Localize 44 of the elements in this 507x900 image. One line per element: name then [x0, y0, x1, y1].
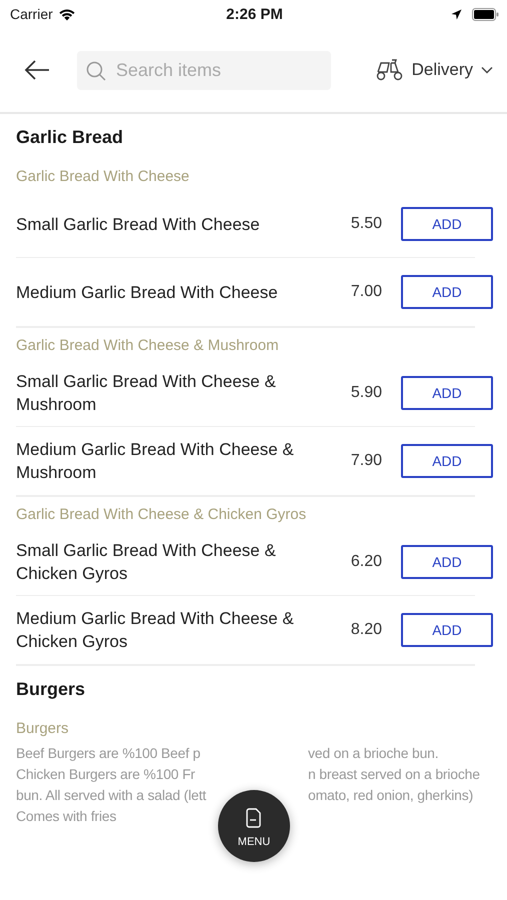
add-button[interactable]: ADD — [401, 207, 493, 241]
description-text: n breast served on a brioche — [308, 765, 480, 784]
description-text: omato, red onion, gherkins) — [308, 786, 474, 805]
add-button[interactable]: ADD — [401, 613, 493, 647]
chevron-down-icon — [481, 66, 493, 74]
item-price: 5.50 — [350, 215, 382, 233]
add-button[interactable]: ADD — [401, 545, 493, 579]
item-price: 8.20 — [350, 621, 382, 639]
item-price: 6.20 — [350, 553, 382, 571]
item-name: Small Garlic Bread With Cheese & Mushroom — [16, 371, 277, 416]
item-name: Small Garlic Bread With Cheese — [16, 214, 261, 236]
add-button[interactable]: ADD — [401, 444, 493, 478]
wifi-icon — [58, 8, 76, 20]
category-name: Garlic Bread With Cheese & Mushroom — [16, 336, 280, 356]
scooter-icon — [376, 59, 404, 81]
item-price: 7.90 — [350, 452, 382, 470]
status-time: 2:26 PM — [226, 6, 283, 22]
description-text: bun. All served with a salad (lett — [16, 786, 206, 805]
add-button[interactable]: ADD — [401, 376, 493, 410]
menu-document-icon — [246, 808, 262, 828]
description-text: Comes with fries — [16, 807, 116, 826]
search-field[interactable]: Search items — [77, 50, 331, 90]
item-name: Medium Garlic Bread With Cheese & Chicken Gyros — [16, 608, 295, 653]
item-price: 7.00 — [350, 283, 382, 301]
item-price: 5.90 — [350, 384, 382, 402]
category-name: Garlic Bread With Cheese & Chicken Gyros — [16, 505, 308, 525]
carrier-name: Carrier — [10, 6, 53, 22]
section-title: Garlic Bread — [16, 126, 124, 149]
menu-button[interactable]: MENU — [218, 790, 290, 862]
item-name: Medium Garlic Bread With Cheese — [16, 282, 279, 304]
back-arrow-icon[interactable] — [24, 60, 50, 80]
add-button[interactable]: ADD — [401, 275, 493, 309]
search-icon — [86, 60, 106, 80]
description-text: Beef Burgers are %100 Beef p — [16, 744, 200, 763]
description-text: ved on a brioche bun. — [308, 744, 438, 763]
battery-icon — [472, 8, 499, 20]
delivery-dropdown[interactable]: Delivery — [376, 59, 493, 81]
item-name: Medium Garlic Bread With Cheese & Mushroom — [16, 439, 295, 484]
category-name: Burgers — [16, 719, 70, 739]
location-arrow-icon — [450, 8, 462, 20]
section-title: Burgers — [16, 678, 86, 701]
description-text: Chicken Burgers are %100 Fr — [16, 765, 196, 784]
category-name: Garlic Bread With Cheese — [16, 167, 190, 187]
item-name: Small Garlic Bread With Cheese & Chicken Gyros — [16, 540, 277, 585]
